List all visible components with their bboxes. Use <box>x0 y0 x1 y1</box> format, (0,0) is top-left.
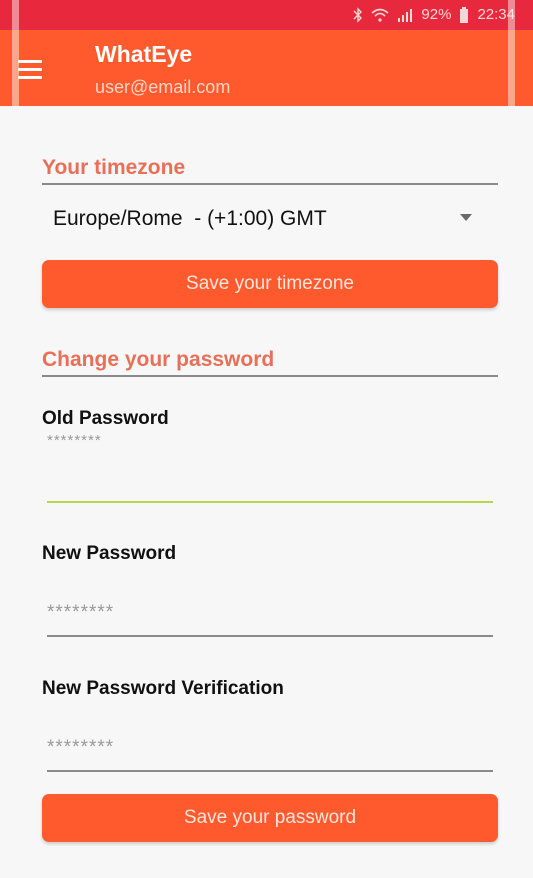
password-section-divider <box>42 375 498 377</box>
status-bar: 92% 22:34 <box>0 0 533 30</box>
old-password-label: Old Password <box>42 408 169 429</box>
battery-percent: 92% <box>421 6 452 23</box>
new-password-label: New Password <box>42 543 177 564</box>
bluetooth-icon <box>353 6 363 23</box>
edge-highlight-left <box>12 0 19 106</box>
save-timezone-button[interactable]: Save your timezone <box>42 260 498 308</box>
verify-password-label: New Password Verification <box>42 678 284 699</box>
timezone-selected-value: Europe/Rome - (+1:00) GMT <box>53 207 327 230</box>
signal-icon <box>397 8 413 22</box>
battery-icon <box>459 6 469 23</box>
verify-password-field[interactable]: ******** <box>47 737 493 759</box>
old-password-field[interactable]: ******** <box>47 432 493 449</box>
hamburger-menu-icon[interactable] <box>18 52 54 86</box>
old-password-underline <box>47 501 493 503</box>
new-password-underline <box>47 635 493 637</box>
timezone-select[interactable]: Europe/Rome - (+1:00) GMT <box>42 196 498 242</box>
timezone-section-divider <box>42 183 498 185</box>
wifi-icon <box>371 8 389 22</box>
save-password-button[interactable]: Save your password <box>42 794 498 842</box>
edge-highlight-right <box>508 0 515 106</box>
password-section-title: Change your password <box>42 348 275 371</box>
verify-password-underline <box>47 770 493 772</box>
app-bar: WhatEye user@email.com <box>0 30 533 106</box>
new-password-field[interactable]: ******** <box>47 602 493 624</box>
user-email: user@email.com <box>95 77 231 97</box>
dropdown-arrow-icon <box>460 214 472 221</box>
app-title: WhatEye <box>95 41 193 67</box>
timezone-section-title: Your timezone <box>42 156 186 179</box>
